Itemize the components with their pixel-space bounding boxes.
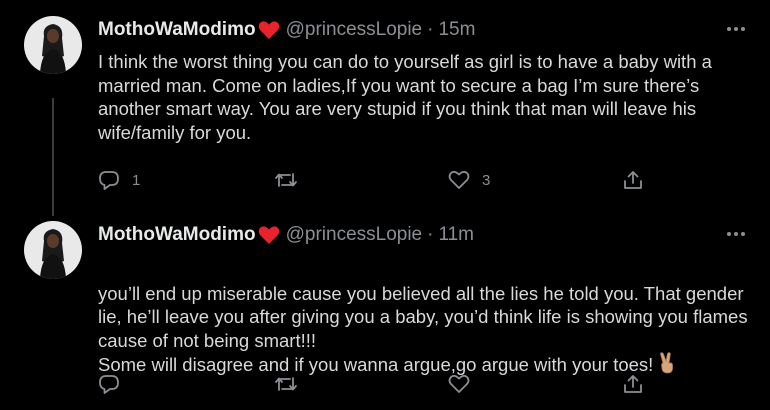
tweet-text-container: you’ll end up miserable cause you believ… <box>98 258 758 380</box>
avatar[interactable] <box>24 221 82 279</box>
handle[interactable]: @princessLopie <box>286 19 423 41</box>
tweet-header: MothoWaModimo @princessLopie · 15m <box>98 17 710 43</box>
tweet-2[interactable]: MothoWaModimo @princessLopie · 11m you’l… <box>0 205 770 410</box>
retweet-icon <box>274 373 298 395</box>
share-icon <box>622 169 644 191</box>
share-button[interactable] <box>622 167 644 193</box>
victory-hand-icon <box>657 352 677 380</box>
retweet-button[interactable] <box>274 167 310 193</box>
retweet-button[interactable] <box>274 371 310 397</box>
reply-count: 1 <box>132 171 141 189</box>
timestamp[interactable]: 15m <box>438 19 475 41</box>
like-icon <box>448 373 470 395</box>
more-icon[interactable] <box>724 222 748 246</box>
tweet-text: you’ll end up miserable cause you believ… <box>98 282 748 376</box>
display-name[interactable]: MothoWaModimo <box>98 19 256 41</box>
reply-icon <box>98 169 120 191</box>
like-icon <box>448 169 470 191</box>
heart-emoji-icon <box>258 225 280 245</box>
tweet-actions: 1 3 <box>98 167 658 193</box>
tweet-header: MothoWaModimo @princessLopie · 11m <box>98 222 710 248</box>
display-name[interactable]: MothoWaModimo <box>98 224 256 246</box>
share-icon <box>622 373 644 395</box>
like-count: 3 <box>482 171 491 189</box>
timestamp[interactable]: 11m <box>438 224 474 246</box>
reply-button[interactable] <box>98 371 132 397</box>
reply-icon <box>98 373 120 395</box>
like-button[interactable]: 3 <box>448 167 490 193</box>
separator-dot: · <box>427 19 434 40</box>
separator-dot: · <box>427 224 434 245</box>
retweet-icon <box>274 169 298 191</box>
more-icon[interactable] <box>724 17 748 41</box>
tweet-text: I think the worst thing you can do to yo… <box>98 51 712 143</box>
like-button[interactable] <box>448 371 482 397</box>
reply-button[interactable]: 1 <box>98 167 140 193</box>
tweet-actions <box>98 371 658 397</box>
heart-emoji-icon <box>258 20 280 40</box>
avatar[interactable] <box>24 16 82 74</box>
share-button[interactable] <box>622 371 644 397</box>
tweet-1[interactable]: MothoWaModimo @princessLopie · 15m I thi… <box>0 0 770 205</box>
handle[interactable]: @princessLopie <box>286 224 423 246</box>
